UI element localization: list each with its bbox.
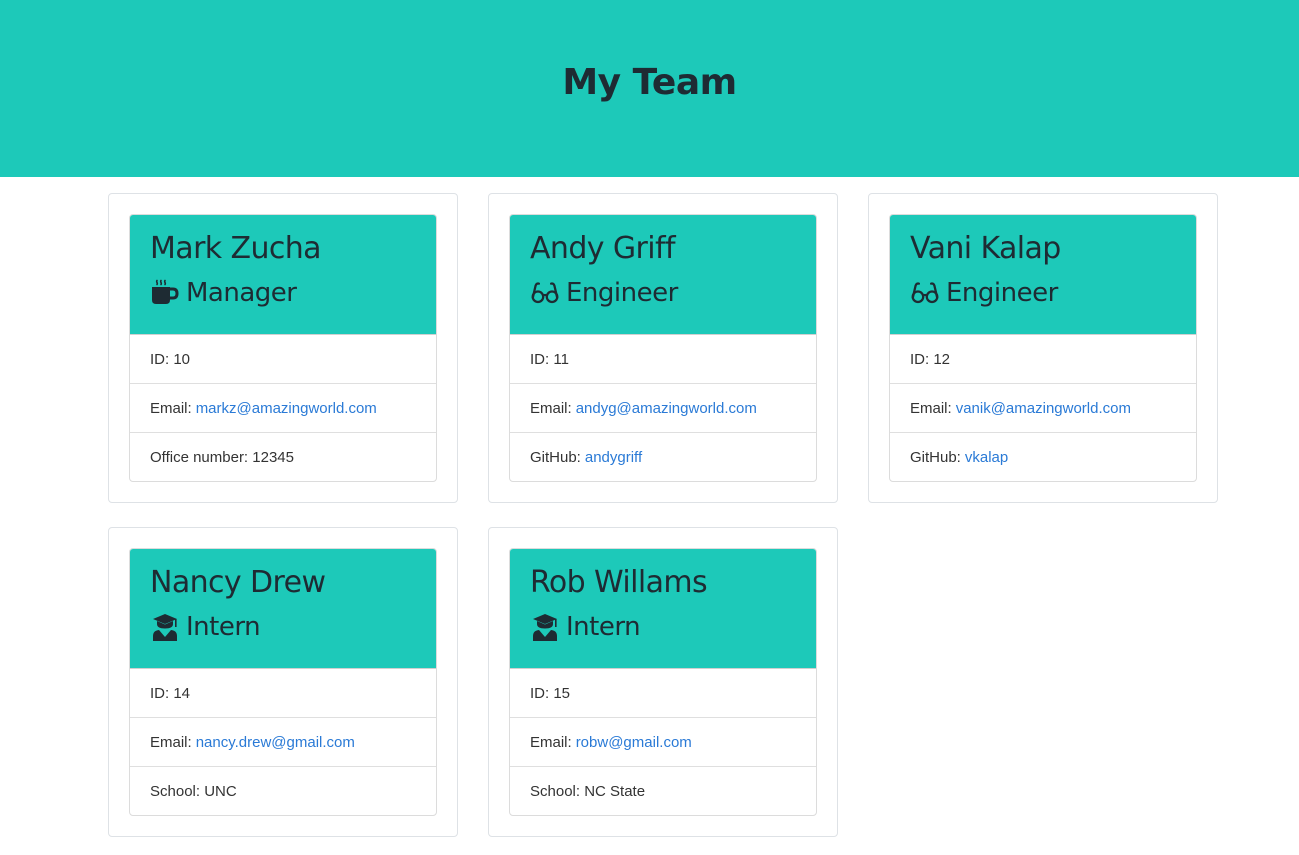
employee-github-row: GitHub: vkalap xyxy=(890,433,1196,481)
school-text: School: UNC xyxy=(150,783,237,800)
github-link[interactable]: vkalap xyxy=(965,449,1008,466)
github-link[interactable]: andygriff xyxy=(585,449,642,466)
employee-id-text: ID: 12 xyxy=(910,350,951,368)
employee-name: Andy Griff xyxy=(530,231,676,266)
employee-id: ID: 14 xyxy=(130,669,436,718)
employee-card-header: Vani Kalap Engineer xyxy=(890,215,1196,335)
employee-card-body: Nancy Drew Intern ID: 14 Email: nancy.dr… xyxy=(129,548,437,816)
employee-role: Engineer xyxy=(530,278,796,308)
employee-card-header: Mark Zucha Manager xyxy=(130,215,436,335)
employee-school-row: School: UNC xyxy=(130,767,436,815)
employee-id: ID: 10 xyxy=(130,335,436,384)
page-title: My Team xyxy=(562,62,737,103)
github-label: GitHub: xyxy=(530,449,581,466)
employee-email-row: Email: robw@gmail.com xyxy=(510,718,816,767)
email-label: Email: xyxy=(530,399,572,417)
employee-id-text: ID: 14 xyxy=(150,684,191,702)
employee-role: Intern xyxy=(530,612,796,642)
employee-role: Manager xyxy=(150,278,416,308)
employee-card-body: Andy Griff Engineer ID: 11 Email: andyg@… xyxy=(509,214,817,482)
employee-role-label: Intern xyxy=(566,612,641,642)
employee-card-header: Rob Willams Intern xyxy=(510,549,816,669)
employee-card: Andy Griff Engineer ID: 11 Email: andyg@… xyxy=(488,193,838,503)
employee-role: Intern xyxy=(150,612,416,642)
employee-email-row: Email: andyg@amazingworld.com xyxy=(510,384,816,433)
employee-card-body: Vani Kalap Engineer ID: 12 Email: vanik@… xyxy=(889,214,1197,482)
employee-role-label: Intern xyxy=(186,612,261,642)
email-link[interactable]: nancy.drew@gmail.com xyxy=(196,734,355,751)
employee-school-row: School: NC State xyxy=(510,767,816,815)
email-label: Email: xyxy=(910,399,952,417)
employee-name: Mark Zucha xyxy=(150,231,322,266)
employee-email-row: Email: nancy.drew@gmail.com xyxy=(130,718,436,767)
employee-name: Nancy Drew xyxy=(150,565,326,600)
graduate-icon xyxy=(150,612,180,642)
employee-role-label: Manager xyxy=(186,278,297,308)
glasses-icon xyxy=(910,278,940,308)
employee-card: Rob Willams Intern ID: 15 Email: robw@gm… xyxy=(488,527,838,837)
employee-role: Engineer xyxy=(910,278,1176,308)
employee-card-body: Rob Willams Intern ID: 15 Email: robw@gm… xyxy=(509,548,817,816)
employee-card-header: Andy Griff Engineer xyxy=(510,215,816,335)
email-link[interactable]: vanik@amazingworld.com xyxy=(956,400,1131,417)
employee-office-row: Office number: 12345 xyxy=(130,433,436,481)
employee-id: ID: 11 xyxy=(510,335,816,384)
employee-id: ID: 15 xyxy=(510,669,816,718)
employee-id-text: ID: 15 xyxy=(530,684,571,702)
employee-role-label: Engineer xyxy=(566,278,678,308)
coffee-mug-icon xyxy=(150,278,180,308)
employee-card: Nancy Drew Intern ID: 14 Email: nancy.dr… xyxy=(108,527,458,837)
employee-email-row: Email: markz@amazingworld.com xyxy=(130,384,436,433)
employee-role-label: Engineer xyxy=(946,278,1058,308)
email-label: Email: xyxy=(530,733,572,751)
office-number-text: Office number: 12345 xyxy=(150,449,294,466)
employee-card-header: Nancy Drew Intern xyxy=(130,549,436,669)
employee-email-row: Email: vanik@amazingworld.com xyxy=(890,384,1196,433)
employee-id-text: ID: 10 xyxy=(150,350,191,368)
email-label: Email: xyxy=(150,733,192,751)
github-label: GitHub: xyxy=(910,449,961,466)
employee-name: Rob Willams xyxy=(530,565,708,600)
glasses-icon xyxy=(530,278,560,308)
email-link[interactable]: robw@gmail.com xyxy=(576,734,692,751)
employee-github-row: GitHub: andygriff xyxy=(510,433,816,481)
employee-card: Vani Kalap Engineer ID: 12 Email: vanik@… xyxy=(868,193,1218,503)
employee-id: ID: 12 xyxy=(890,335,1196,384)
page-header: My Team xyxy=(0,0,1299,177)
email-label: Email: xyxy=(150,399,192,417)
school-text: School: NC State xyxy=(530,783,646,800)
employee-card-body: Mark Zucha Manager ID: 10 Email: markz@a… xyxy=(129,214,437,482)
graduate-icon xyxy=(530,612,560,642)
employee-card: Mark Zucha Manager ID: 10 Email: markz@a… xyxy=(108,193,458,503)
employee-id-text: ID: 11 xyxy=(530,350,569,368)
email-link[interactable]: markz@amazingworld.com xyxy=(196,400,377,417)
employee-name: Vani Kalap xyxy=(910,231,1061,266)
email-link[interactable]: andyg@amazingworld.com xyxy=(576,400,757,417)
